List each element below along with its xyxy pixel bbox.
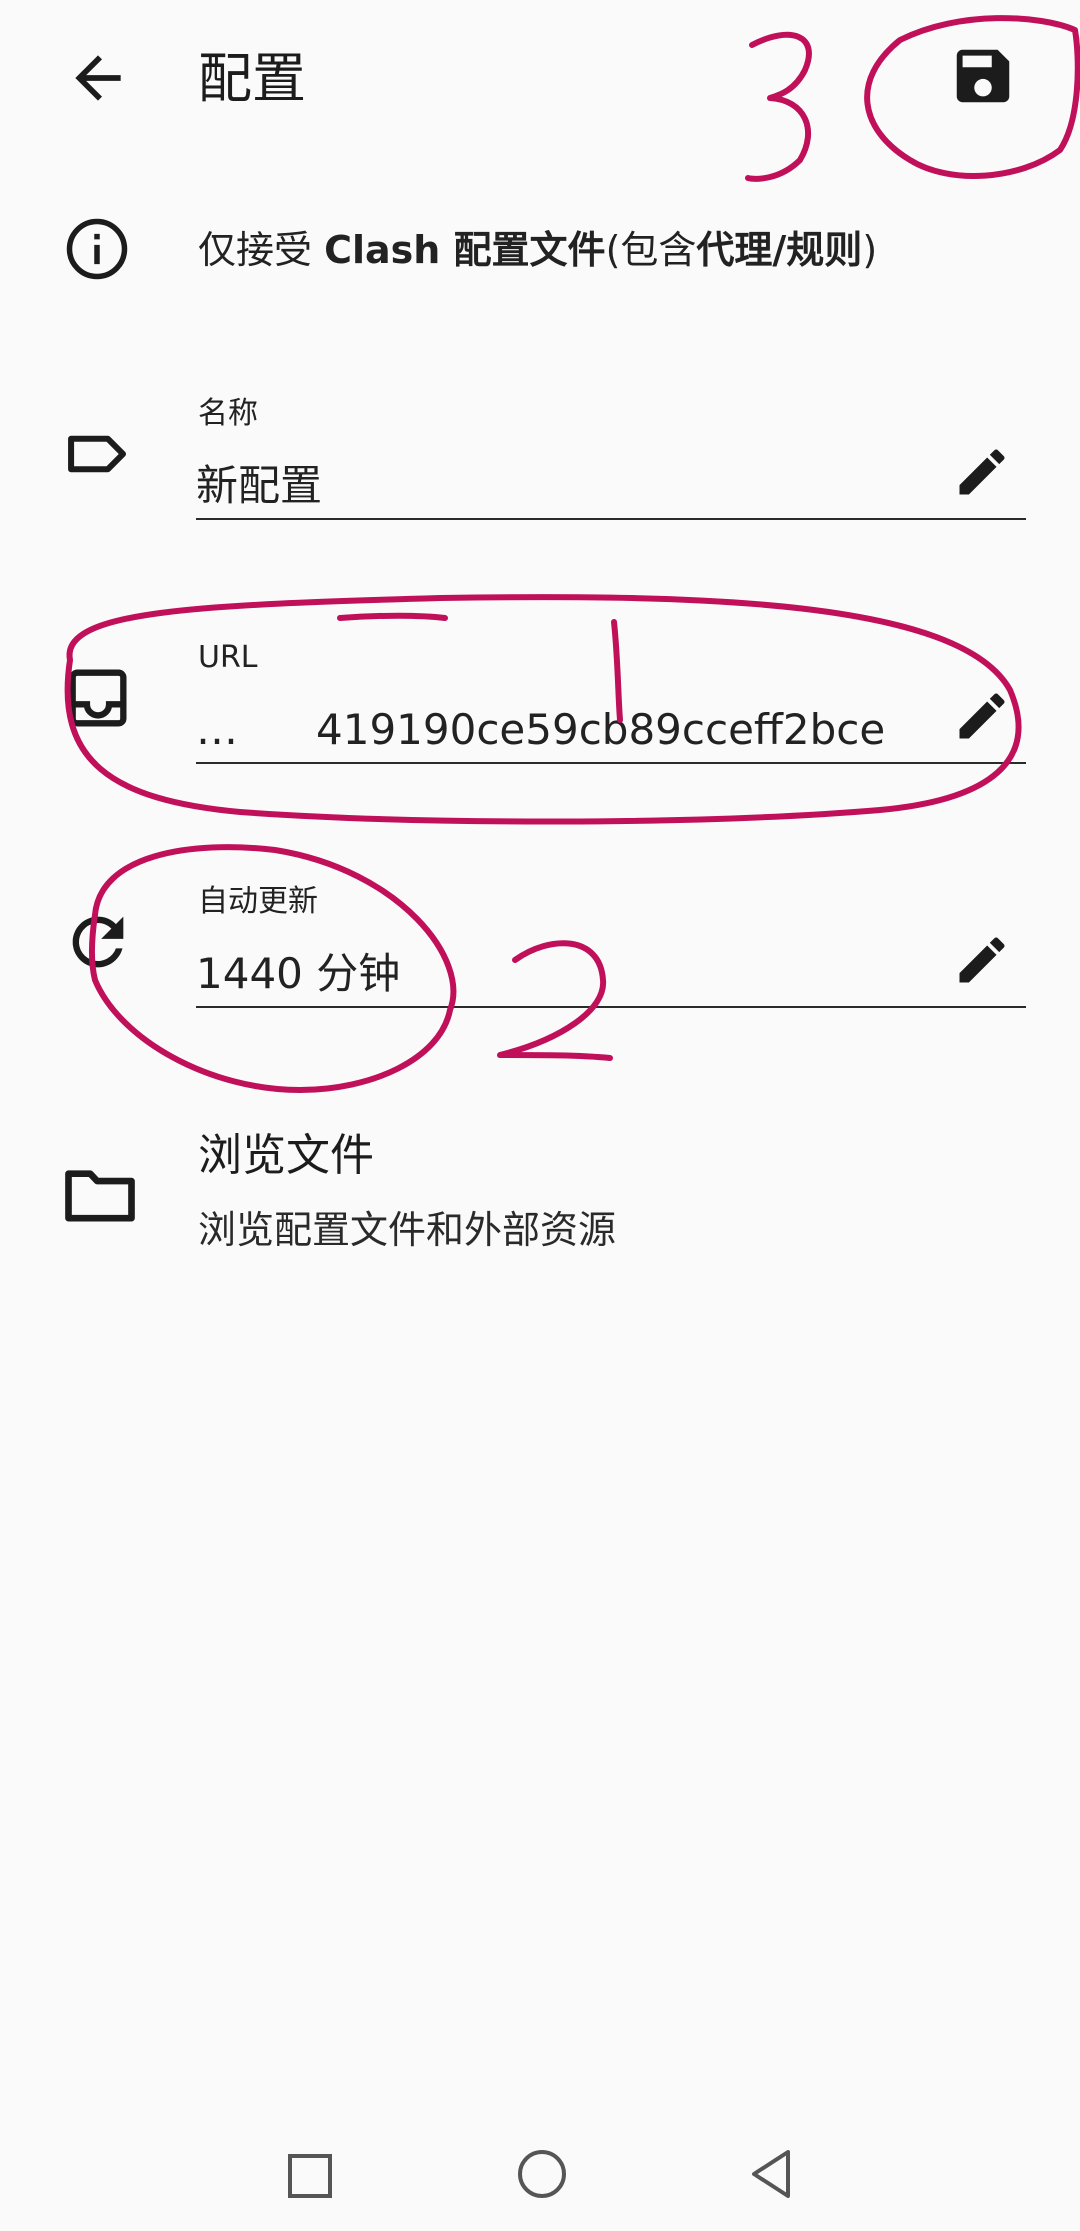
recents-nav-icon[interactable]	[280, 2146, 340, 2206]
refresh-icon	[60, 904, 136, 980]
inbox-icon	[60, 660, 136, 736]
handwritten-annotations	[64, 15, 1080, 1093]
home-nav-icon[interactable]	[510, 2142, 574, 2206]
label-icon	[60, 416, 136, 492]
save-icon[interactable]	[948, 40, 1018, 112]
url-field-label: URL	[198, 640, 258, 675]
url-field[interactable]: 419190ce59cb89cceff2bce	[316, 702, 885, 758]
annotation-number-3	[745, 31, 812, 182]
page-title: 配置	[198, 47, 306, 110]
info-icon	[64, 216, 130, 282]
name-field-underline	[196, 518, 1026, 520]
browse-files-title: 浏览文件	[198, 1130, 374, 1181]
auto-update-field-label: 自动更新	[198, 884, 318, 919]
url-field-ellipsis: …	[196, 705, 238, 754]
auto-update-field-underline	[196, 1006, 1026, 1008]
name-field[interactable]: 新配置	[196, 458, 322, 514]
pencil-icon[interactable]	[952, 930, 1012, 990]
pencil-icon[interactable]	[952, 442, 1012, 502]
annotation-number-2	[497, 940, 613, 1061]
browse-files-subtitle: 浏览配置文件和外部资源	[198, 1208, 617, 1252]
back-arrow-icon[interactable]	[64, 44, 132, 112]
url-field-underline	[196, 762, 1026, 764]
folder-icon	[58, 1152, 142, 1236]
pencil-icon[interactable]	[952, 686, 1012, 746]
annotation-stroke-url	[337, 612, 448, 621]
info-message: 仅接受 Clash 配置文件(包含代理/规则)	[198, 228, 878, 272]
name-field-label: 名称	[198, 396, 258, 431]
back-nav-icon[interactable]	[740, 2142, 804, 2206]
auto-update-field[interactable]: 1440 分钟	[196, 946, 400, 1002]
